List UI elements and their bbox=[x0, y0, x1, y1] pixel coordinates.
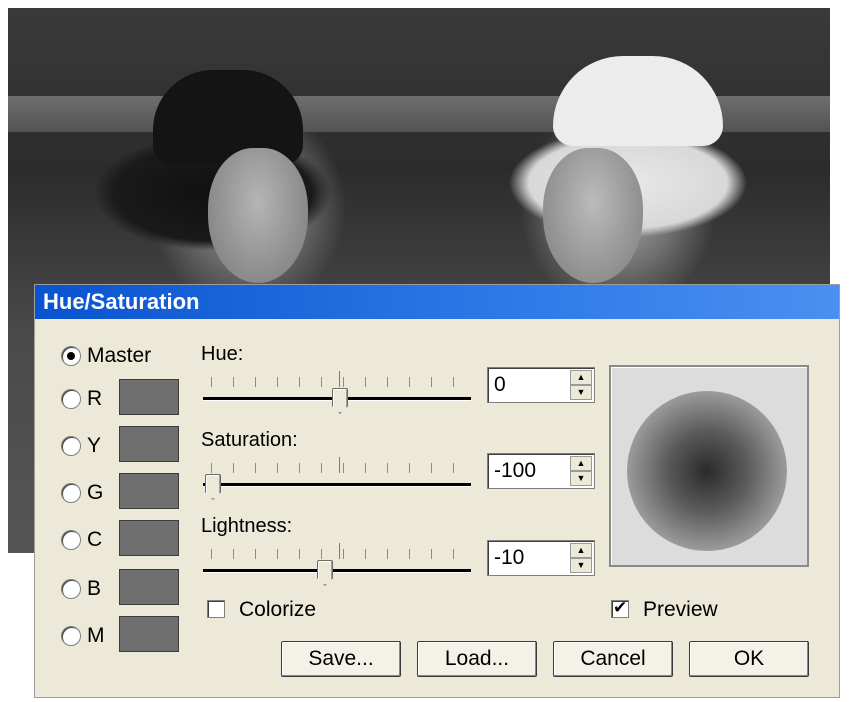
lightness-up-arrow-icon[interactable]: ▲ bbox=[570, 543, 592, 558]
preview-checkbox[interactable] bbox=[611, 598, 629, 618]
saturation-spinner[interactable]: ▲ ▼ bbox=[570, 456, 592, 486]
hue-label: Hue: bbox=[201, 343, 244, 365]
radio-g[interactable]: G bbox=[61, 475, 103, 511]
radio-g-button[interactable] bbox=[61, 483, 81, 503]
radio-c[interactable]: C bbox=[61, 522, 102, 558]
hue-input[interactable]: 0 ▲ ▼ bbox=[487, 367, 595, 403]
radio-b-button[interactable] bbox=[61, 579, 81, 599]
radio-b-label: B bbox=[87, 577, 102, 600]
saturation-slider-thumb[interactable] bbox=[205, 474, 221, 500]
saturation-input[interactable]: -100 ▲ ▼ bbox=[487, 453, 595, 489]
radio-r-button[interactable] bbox=[61, 389, 81, 409]
dialog-title: Hue/Saturation bbox=[35, 285, 839, 319]
ok-button[interactable]: OK bbox=[689, 641, 809, 677]
radio-m[interactable]: M bbox=[61, 618, 105, 654]
hue-spinner[interactable]: ▲ ▼ bbox=[570, 370, 592, 400]
radio-c-label: C bbox=[87, 528, 103, 551]
lightness-slider-thumb[interactable] bbox=[317, 560, 333, 586]
radio-r-label: R bbox=[87, 387, 103, 410]
radio-y-button[interactable] bbox=[61, 436, 81, 456]
hue-saturation-dialog: Hue/Saturation Master R Y G C B M Hue: 0… bbox=[34, 284, 840, 698]
saturation-track[interactable] bbox=[203, 483, 471, 487]
swatch-g bbox=[119, 473, 179, 509]
saturation-label: Saturation: bbox=[201, 429, 298, 451]
preview-swatch bbox=[609, 365, 809, 567]
lightness-value: -10 bbox=[494, 546, 525, 569]
radio-b[interactable]: B bbox=[61, 571, 101, 607]
cancel-button[interactable]: Cancel bbox=[553, 641, 673, 677]
saturation-up-arrow-icon[interactable]: ▲ bbox=[570, 456, 592, 471]
swatch-c bbox=[119, 520, 179, 556]
hue-up-arrow-icon[interactable]: ▲ bbox=[570, 370, 592, 385]
preview-gradient bbox=[627, 391, 787, 551]
save-button[interactable]: Save... bbox=[281, 641, 401, 677]
load-button[interactable]: Load... bbox=[417, 641, 537, 677]
radio-y[interactable]: Y bbox=[61, 428, 101, 464]
saturation-value: -100 bbox=[494, 459, 537, 482]
lightness-spinner[interactable]: ▲ ▼ bbox=[570, 543, 592, 573]
lightness-track[interactable] bbox=[203, 569, 471, 573]
black-hat-crown bbox=[153, 70, 303, 165]
radio-m-label: M bbox=[87, 624, 105, 647]
swatch-m bbox=[119, 616, 179, 652]
lightness-label: Lightness: bbox=[201, 515, 293, 537]
left-face bbox=[208, 148, 308, 283]
radio-c-button[interactable] bbox=[61, 530, 81, 550]
right-face bbox=[543, 148, 643, 283]
hue-ticks bbox=[211, 371, 467, 387]
radio-master[interactable]: Master bbox=[61, 338, 151, 374]
radio-master-label: Master bbox=[87, 344, 152, 367]
radio-r[interactable]: R bbox=[61, 381, 102, 417]
lightness-input[interactable]: -10 ▲ ▼ bbox=[487, 540, 595, 576]
hue-value: 0 bbox=[494, 373, 506, 396]
radio-master-button[interactable] bbox=[61, 346, 81, 366]
hue-down-arrow-icon[interactable]: ▼ bbox=[570, 385, 592, 400]
swatch-b bbox=[119, 569, 179, 605]
radio-m-button[interactable] bbox=[61, 626, 81, 646]
lightness-ticks bbox=[211, 543, 467, 559]
colorize-label: Colorize bbox=[239, 598, 317, 621]
lightness-down-arrow-icon[interactable]: ▼ bbox=[570, 558, 592, 573]
swatch-r bbox=[119, 379, 179, 415]
swatch-y bbox=[119, 426, 179, 462]
preview-label: Preview bbox=[643, 598, 718, 621]
hue-slider-thumb[interactable] bbox=[332, 388, 348, 414]
colorize-checkbox[interactable] bbox=[207, 600, 225, 618]
radio-g-label: G bbox=[87, 481, 104, 504]
saturation-down-arrow-icon[interactable]: ▼ bbox=[570, 471, 592, 486]
radio-y-label: Y bbox=[87, 434, 102, 457]
saturation-ticks bbox=[211, 457, 467, 473]
